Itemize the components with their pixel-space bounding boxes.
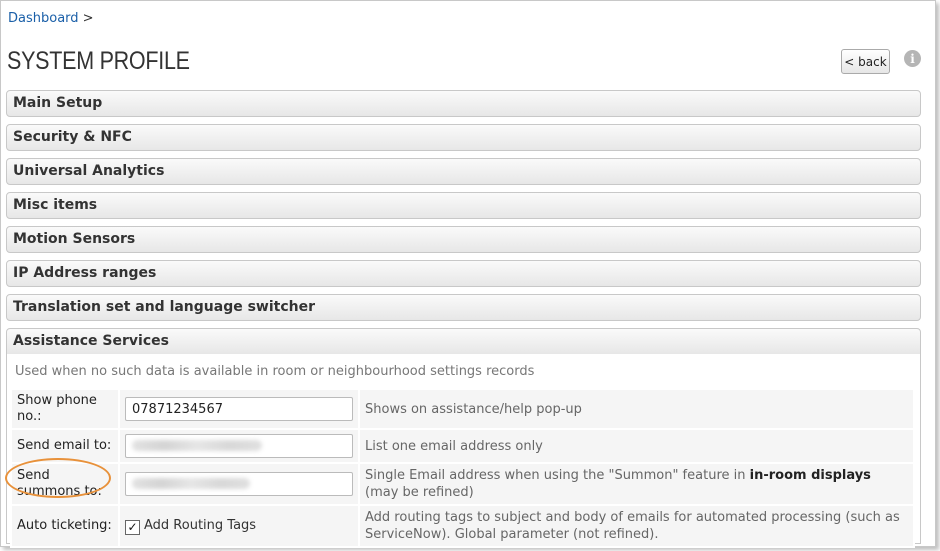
- section-security-nfc[interactable]: Security & NFC: [6, 124, 921, 151]
- section-universal-analytics[interactable]: Universal Analytics: [6, 158, 921, 185]
- app-window: Dashboard > SYSTEM PROFILE < back i Main…: [0, 0, 936, 548]
- section-translation-set[interactable]: Translation set and language switcher: [6, 294, 921, 321]
- info-icon[interactable]: i: [904, 50, 921, 67]
- assistance-services-panel: Used when no such data is available in r…: [6, 354, 921, 548]
- show-phone-description: Shows on assistance/help pop-up: [358, 388, 915, 430]
- table-row: Auto ticketing: ✓ Add Routing Tags Add ro…: [10, 504, 915, 548]
- table-row: Send summons to: Single Email address wh…: [10, 462, 915, 506]
- show-phone-label: Show phone no.:: [10, 388, 120, 430]
- redacted-value: [132, 440, 262, 451]
- summons-email-field[interactable]: [125, 472, 353, 496]
- phone-number-input[interactable]: [125, 397, 353, 421]
- section-main-setup[interactable]: Main Setup: [6, 90, 921, 117]
- section-assistance-services[interactable]: Assistance Services: [6, 328, 921, 355]
- breadcrumb-separator: >: [82, 11, 94, 26]
- add-routing-tags-label[interactable]: Add Routing Tags: [144, 518, 256, 533]
- section-misc-items[interactable]: Misc items: [6, 192, 921, 219]
- auto-ticketing-label: Auto ticketing:: [10, 504, 120, 548]
- breadcrumb-dashboard-link[interactable]: Dashboard: [8, 11, 79, 26]
- send-email-description: List one email address only: [358, 428, 915, 464]
- auto-ticketing-description: Add routing tags to subject and body of …: [358, 504, 915, 548]
- section-ip-address-ranges[interactable]: IP Address ranges: [6, 260, 921, 287]
- email-field[interactable]: [125, 434, 353, 458]
- section-motion-sensors[interactable]: Motion Sensors: [6, 226, 921, 253]
- add-routing-tags-checkbox[interactable]: ✓: [125, 519, 140, 535]
- send-summons-description: Single Email address when using the "Sum…: [358, 462, 915, 506]
- send-summons-label: Send summons to:: [10, 462, 120, 506]
- in-room-displays-text: in-room displays: [749, 468, 871, 483]
- settings-table: Show phone no.: Shows on assistance/help…: [10, 388, 915, 548]
- send-email-label: Send email to:: [10, 428, 120, 464]
- panel-note: Used when no such data is available in r…: [15, 364, 535, 379]
- table-row: Send email to: List one email address on…: [10, 428, 915, 464]
- breadcrumb: Dashboard >: [8, 11, 94, 26]
- table-row: Show phone no.: Shows on assistance/help…: [10, 388, 915, 430]
- back-button[interactable]: < back: [841, 49, 890, 74]
- redacted-value: [132, 478, 250, 489]
- page-title: SYSTEM PROFILE: [7, 47, 190, 75]
